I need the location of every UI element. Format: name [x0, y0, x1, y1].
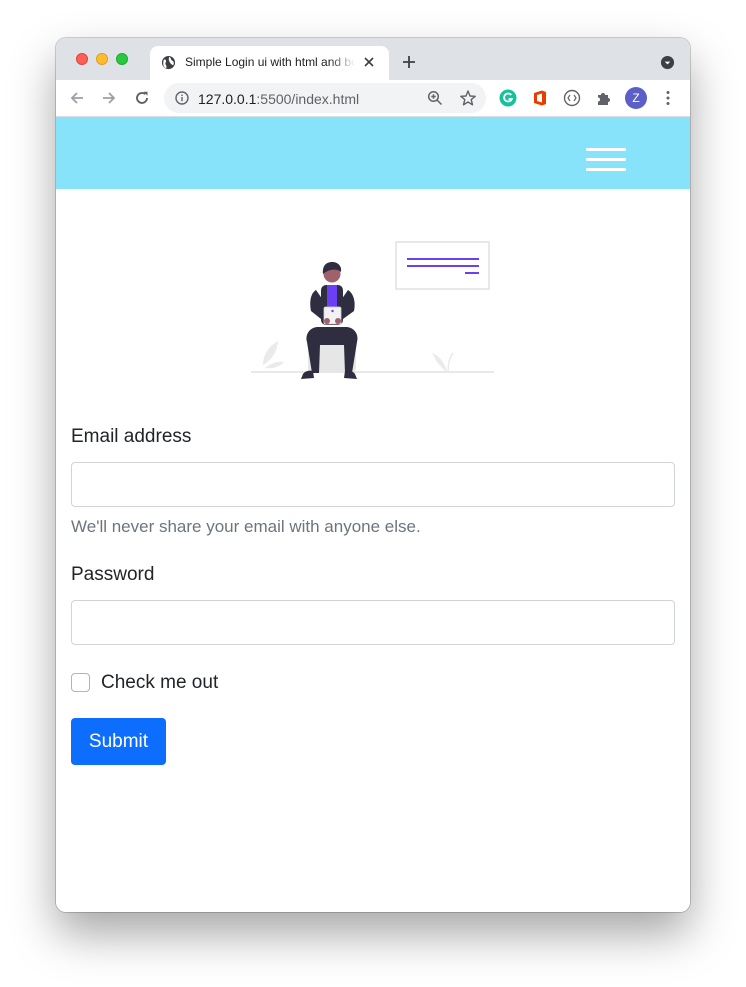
page-content: Email address We'll never share your ema…: [56, 117, 690, 912]
devtools-extension-icon[interactable]: [563, 89, 581, 107]
tab-title: Simple Login ui with html and bootstrap: [185, 55, 355, 69]
zoom-icon[interactable]: [427, 90, 443, 106]
close-window-button[interactable]: [76, 53, 88, 65]
extensions-puzzle-icon[interactable]: [595, 89, 613, 107]
bookmark-star-icon[interactable]: [459, 89, 477, 107]
check-me-out-checkbox[interactable]: [71, 673, 90, 692]
more-menu-icon[interactable]: [659, 89, 677, 107]
address-bar[interactable]: 127.0.0.1:5500/index.html: [164, 83, 486, 113]
hamburger-bar: [586, 148, 626, 151]
close-tab-icon[interactable]: [363, 56, 375, 68]
email-help-text: We'll never share your email with anyone…: [71, 517, 421, 536]
globe-icon: [161, 55, 176, 70]
back-icon[interactable]: [68, 89, 86, 107]
email-input[interactable]: [71, 462, 675, 507]
url-text: 127.0.0.1:5500/index.html: [198, 91, 359, 107]
tab-strip: Simple Login ui with html and bootstrap: [56, 38, 690, 80]
submit-button[interactable]: Submit: [71, 718, 166, 765]
forward-icon[interactable]: [100, 89, 118, 107]
password-label: Password: [71, 564, 155, 585]
reload-icon[interactable]: [133, 89, 151, 107]
tab-search-icon[interactable]: [660, 55, 675, 70]
hamburger-bar: [586, 168, 626, 171]
new-tab-icon[interactable]: [402, 55, 416, 69]
minimize-window-button[interactable]: [96, 53, 108, 65]
tab-active[interactable]: Simple Login ui with html and bootstrap: [150, 46, 389, 80]
grammarly-extension-icon[interactable]: [499, 89, 517, 107]
checkbox-label: Check me out: [101, 672, 219, 693]
browser-window: Simple Login ui with html and bootstrap: [56, 38, 690, 912]
site-info-icon[interactable]: [175, 91, 189, 105]
hamburger-bar: [586, 158, 626, 161]
login-illustration: [251, 241, 494, 379]
profile-avatar[interactable]: Z: [625, 87, 647, 109]
hamburger-menu-icon[interactable]: [586, 148, 626, 174]
url-path: :5500/index.html: [256, 91, 360, 107]
zoom-window-button[interactable]: [116, 53, 128, 65]
email-label: Email address: [71, 426, 192, 447]
browser-toolbar: 127.0.0.1:5500/index.html Z: [56, 80, 690, 117]
password-input[interactable]: [71, 600, 675, 645]
navbar: [56, 117, 690, 189]
url-host: 127.0.0.1: [198, 91, 257, 107]
office-extension-icon[interactable]: [531, 89, 549, 107]
